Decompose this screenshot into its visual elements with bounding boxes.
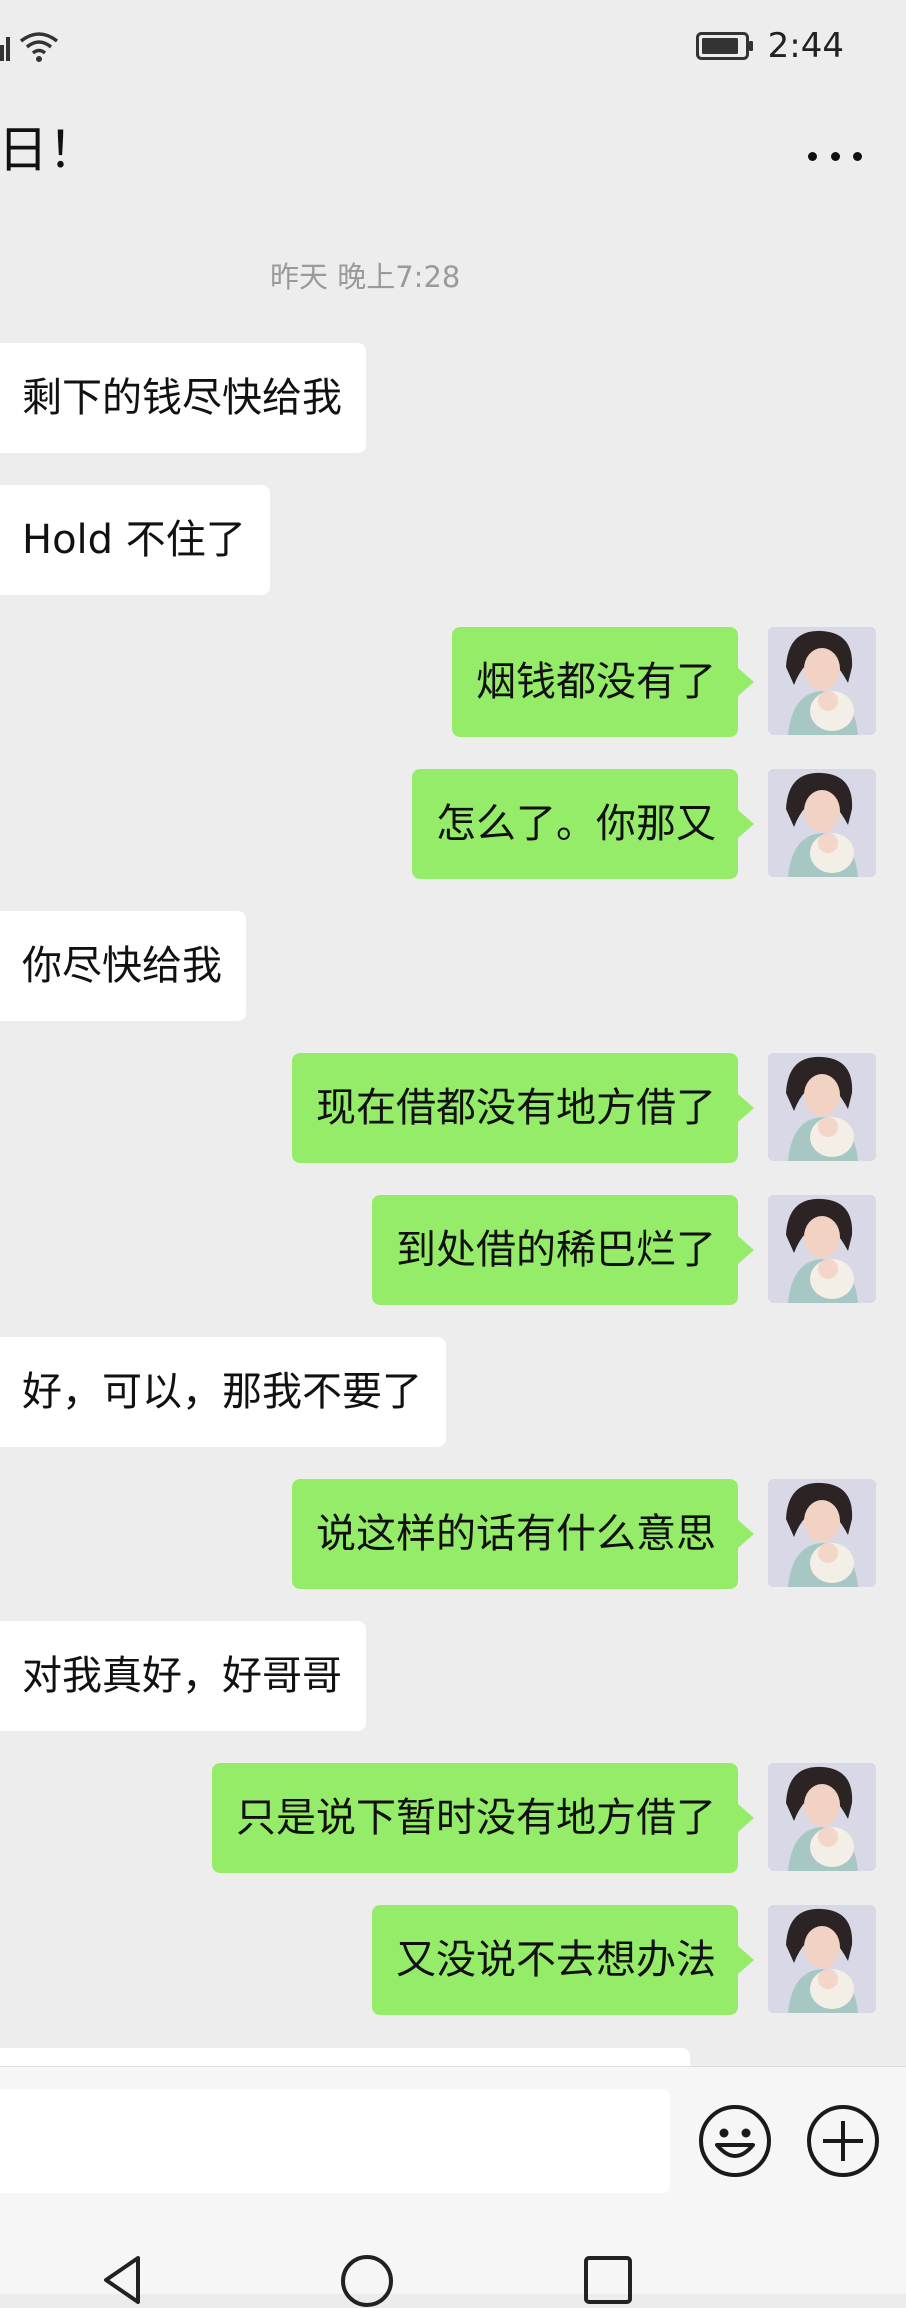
message-incoming: Hold 不住了 <box>0 485 906 595</box>
message-incoming: 剩下的钱尽快给我 <box>0 343 906 453</box>
message-outgoing: 现在借都没有地方借了 <box>0 1053 906 1163</box>
message-bubble[interactable]: 又没说不去想办法 <box>372 1905 754 2015</box>
chat-timestamp: 昨天 晚上7:28 <box>270 260 461 294</box>
avatar[interactable] <box>768 769 876 877</box>
message-bubble[interactable]: 现在借都没有地方借了 <box>292 1053 754 1163</box>
chat-messages[interactable]: 昨天 晚上7:28 剩下的钱尽快给我 Hold 不住了 烟钱都没有了 怎么了。你… <box>0 220 906 2066</box>
message-input[interactable] <box>0 2089 670 2193</box>
avatar-photo-icon <box>768 627 876 735</box>
status-bar: 2:44 <box>0 0 906 92</box>
avatar[interactable] <box>768 1479 876 1587</box>
avatar-photo-icon <box>768 1053 876 1161</box>
nav-recent-icon[interactable] <box>582 2254 634 2306</box>
message-bubble[interactable]: 烟钱都没有了 <box>452 627 754 737</box>
avatar[interactable] <box>768 627 876 735</box>
avatar-photo-icon <box>768 1195 876 1303</box>
more-dot <box>853 151 862 161</box>
more-dot <box>808 151 817 161</box>
message-bubble[interactable]: 你尽快给我 <box>0 911 246 1021</box>
message-outgoing: 又没说不去想办法 <box>0 1905 906 2015</box>
message-bubble[interactable]: 对我真好，好哥哥 <box>0 1621 366 1731</box>
message-outgoing: 只是说下暂时没有地方借了 <box>0 1763 906 1873</box>
message-outgoing: 到处借的稀巴烂了 <box>0 1195 906 1305</box>
plus-circle-icon[interactable] <box>805 2103 881 2179</box>
message-outgoing: 怎么了。你那又 <box>0 769 906 879</box>
message-bubble[interactable]: 说这样的话有什么意思 <box>292 1479 754 1589</box>
more-dots-icon[interactable] <box>808 144 862 168</box>
message-bubble[interactable]: 怎么了。你那又 <box>412 769 754 879</box>
input-bar <box>0 2066 906 2203</box>
message-incoming-partial <box>0 2048 690 2066</box>
battery-icon <box>695 32 753 60</box>
avatar[interactable] <box>768 1905 876 2013</box>
chat-header: 日！ <box>0 92 906 221</box>
avatar[interactable] <box>768 1763 876 1871</box>
message-incoming: 好，可以，那我不要了 <box>0 1337 906 1447</box>
message-bubble[interactable]: 好，可以，那我不要了 <box>0 1337 446 1447</box>
more-dot <box>830 151 840 161</box>
nav-home-icon[interactable] <box>340 2254 394 2308</box>
message-outgoing: 说这样的话有什么意思 <box>0 1479 906 1589</box>
avatar[interactable] <box>768 1195 876 1303</box>
nav-back-icon[interactable] <box>98 2254 150 2306</box>
message-outgoing: 烟钱都没有了 <box>0 627 906 737</box>
chat-title: 日！ <box>0 121 98 179</box>
avatar-photo-icon <box>768 769 876 877</box>
wifi-icon <box>19 32 59 62</box>
message-bubble[interactable]: 只是说下暂时没有地方借了 <box>212 1763 754 1873</box>
message-incoming: 你尽快给我 <box>0 911 906 1021</box>
avatar-photo-icon <box>768 1763 876 1871</box>
avatar-photo-icon <box>768 1479 876 1587</box>
avatar-photo-icon <box>768 1905 876 2013</box>
navigation-bar <box>0 2202 906 2307</box>
status-left <box>0 26 60 66</box>
message-incoming: 对我真好，好哥哥 <box>0 1621 906 1731</box>
message-bubble[interactable]: 剩下的钱尽快给我 <box>0 343 366 453</box>
signal-icon <box>0 37 10 61</box>
message-bubble[interactable]: 到处借的稀巴烂了 <box>372 1195 754 1305</box>
emoji-icon[interactable] <box>697 2103 773 2179</box>
status-right: 2:44 <box>695 22 844 70</box>
avatar[interactable] <box>768 1053 876 1161</box>
status-time: 2:44 <box>767 26 844 66</box>
message-bubble[interactable]: Hold 不住了 <box>0 485 270 595</box>
